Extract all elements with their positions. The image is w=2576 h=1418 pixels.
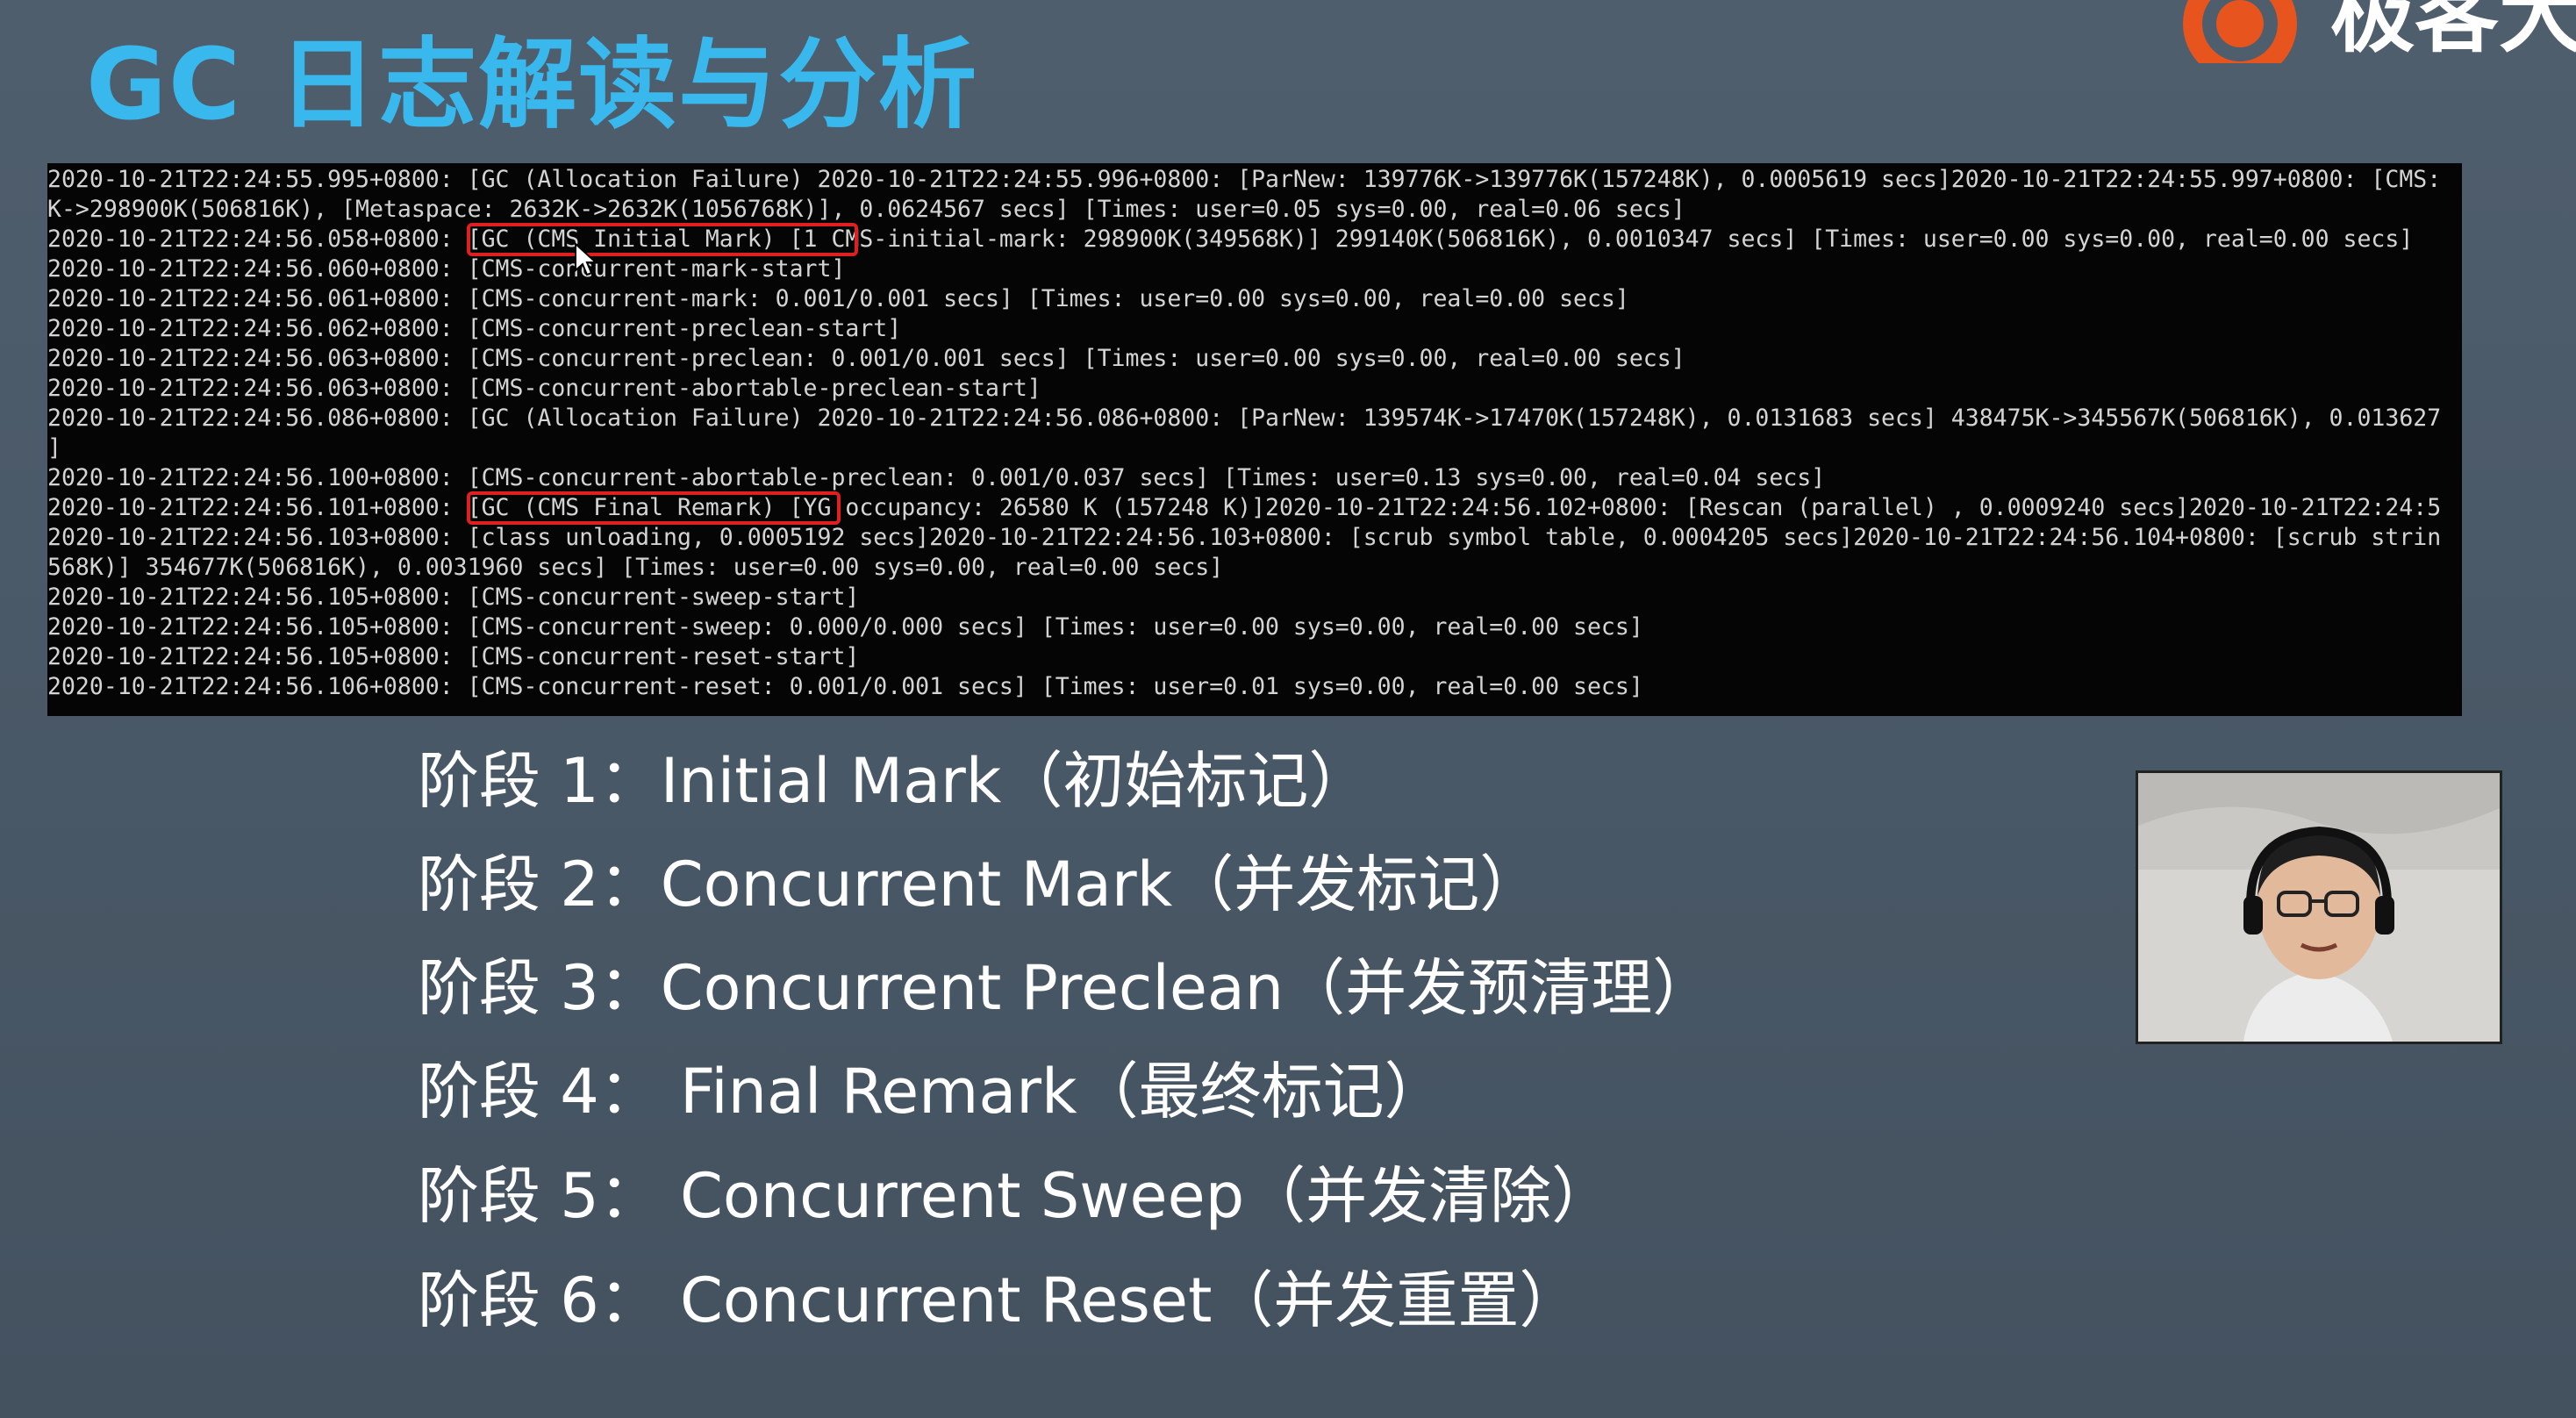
log-line: K->298900K(506816K), [Metaspace: 2632K->…: [47, 196, 1685, 223]
log-line: 2020-10-21T22:24:56.062+0800: [CMS-concu…: [47, 315, 902, 342]
brand-text: 极客大: [2330, 0, 2576, 63]
log-line: 2020-10-21T22:24:56.086+0800: [GC (Alloc…: [47, 405, 2442, 432]
stage-item: 阶段 3：Concurrent Preclean（并发预清理）: [418, 952, 1714, 1024]
log-line: 2020-10-21T22:24:56.063+0800: [CMS-concu…: [47, 345, 1685, 372]
brand-logo-icon: [2183, 0, 2297, 63]
stage-item: 阶段 6： Concurrent Reset（并发重置）: [418, 1264, 1581, 1336]
brand: 极客大: [2183, 0, 2576, 63]
stage-item: 阶段 1：Initial Mark（初始标记）: [418, 745, 1370, 817]
log-line: 2020-10-21T22:24:55.995+0800: [GC (Alloc…: [47, 166, 2442, 193]
cursor-icon: [575, 242, 597, 276]
stage-item: 阶段 4： Final Remark（最终标记）: [418, 1056, 1446, 1128]
log-line: 2020-10-21T22:24:56.063+0800: [CMS-concu…: [47, 375, 1041, 402]
log-line: 2020-10-21T22:24:56.100+0800: [CMS-concu…: [47, 464, 1826, 491]
log-line: 2020-10-21T22:24:56.101+0800: [GC (CMS F…: [47, 494, 2442, 521]
log-line: 2020-10-21T22:24:56.103+0800: [class unl…: [47, 524, 2442, 551]
log-line: 568K)] 354677K(506816K), 0.0031960 secs]…: [47, 554, 1224, 581]
log-line: 2020-10-21T22:24:56.061+0800: [CMS-concu…: [47, 285, 1629, 312]
gc-log-terminal: 2020-10-21T22:24:55.995+0800: [GC (Alloc…: [47, 163, 2462, 716]
log-line: ]: [47, 434, 61, 462]
log-line: 2020-10-21T22:24:56.105+0800: [CMS-concu…: [47, 643, 860, 670]
stage-item: 阶段 5： Concurrent Sweep（并发清除）: [418, 1160, 1614, 1232]
highlight-final-remark: [467, 491, 841, 525]
log-line: 2020-10-21T22:24:56.058+0800: [GC (CMS I…: [47, 226, 2414, 253]
slide-title: GC 日志解读与分析: [86, 28, 979, 142]
log-line: 2020-10-21T22:24:56.105+0800: [CMS-concu…: [47, 584, 860, 611]
log-line: 2020-10-21T22:24:56.060+0800: [CMS-concu…: [47, 255, 846, 283]
stage-item: 阶段 2：Concurrent Mark（并发标记）: [418, 849, 1542, 920]
highlight-initial-mark: [467, 223, 858, 256]
presenter-webcam: [2136, 770, 2502, 1044]
log-line: 2020-10-21T22:24:56.105+0800: [CMS-concu…: [47, 613, 1643, 641]
log-line: 2020-10-21T22:24:56.106+0800: [CMS-concu…: [47, 673, 1643, 700]
